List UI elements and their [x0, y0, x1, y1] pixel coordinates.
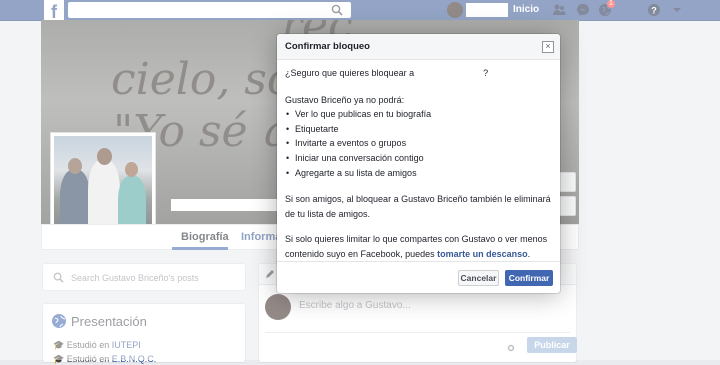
dialog-body: ¿Seguro que quieres bloquear a ? Gustavo…	[285, 66, 551, 262]
cannot-intro: Gustavo Briceño ya no podrá:	[285, 94, 405, 105]
question-mark: ?	[483, 68, 489, 78]
restriction-item: Etiquetarte	[295, 122, 551, 137]
dialog-footer: Cancelar Confirmar	[277, 261, 560, 293]
block-question: ¿Seguro que quieres bloquear a ?	[285, 66, 551, 81]
dialog-header: Confirmar bloqueo ×	[277, 34, 560, 60]
confirm-block-dialog: Confirmar bloqueo × ¿Seguro que quieres …	[277, 34, 560, 293]
restrictions-list: Ver lo que publicas en tu biografía Etiq…	[285, 107, 551, 180]
restriction-item: Ver lo que publicas en tu biografía	[295, 107, 551, 122]
restriction-item: Iniciar una conversación contigo	[295, 151, 551, 166]
confirm-button[interactable]: Confirmar	[505, 270, 553, 286]
cancel-button[interactable]: Cancelar	[458, 270, 499, 286]
limit-note-end: .	[527, 248, 531, 259]
dialog-title: Confirmar bloqueo	[285, 41, 370, 52]
friends-note: Si son amigos, al bloquear a Gustavo Bri…	[285, 194, 551, 219]
restriction-item: Invitarte a eventos o grupos	[295, 136, 551, 151]
limit-note: Si solo quieres limitar lo que compartes…	[285, 232, 551, 261]
blocked-user-name	[416, 69, 481, 79]
question-text: ¿Seguro que quieres bloquear a	[285, 68, 415, 78]
restriction-item: Agregarte a su lista de amigos	[295, 166, 551, 181]
take-a-break-link[interactable]: tomarte un descanso	[437, 249, 528, 259]
close-icon[interactable]: ×	[542, 41, 554, 53]
